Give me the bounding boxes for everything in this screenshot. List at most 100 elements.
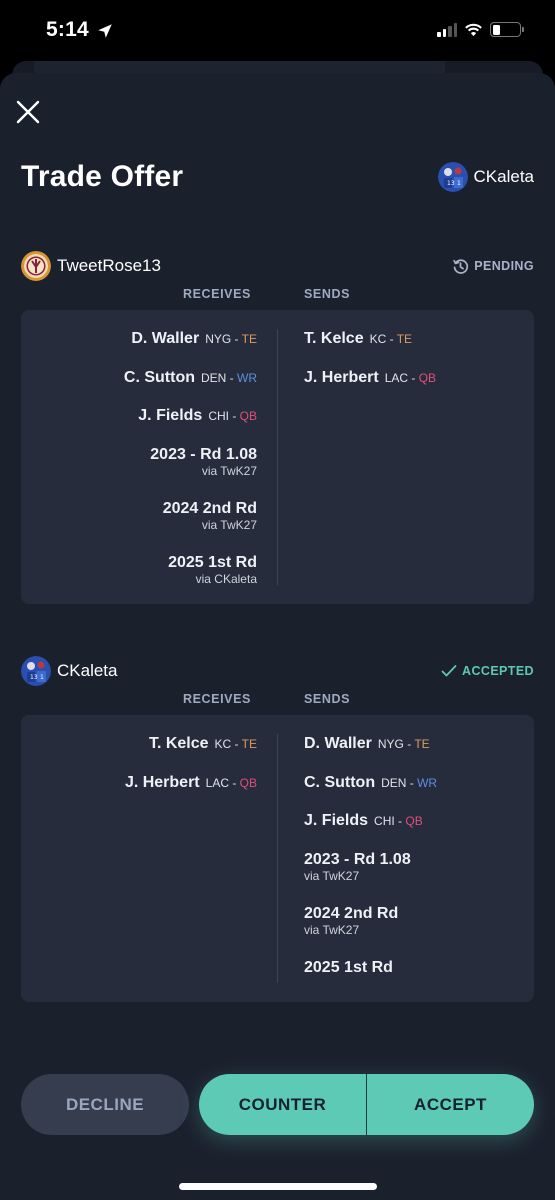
status-badge-pending: PENDING (452, 258, 534, 275)
checkmark-icon (441, 665, 457, 677)
pick-origin: via TwK27 (201, 517, 257, 532)
draft-pick-item[interactable]: 2024 2nd Rd via TwK27 (163, 500, 257, 532)
player-name: J. Fields (138, 407, 203, 424)
player-item[interactable]: T. Kelce KC - TE (149, 735, 257, 753)
party-user-name: TweetRose13 (57, 256, 161, 275)
accept-button[interactable]: ACCEPT (367, 1074, 534, 1135)
pick-name: 2023 - Rd 1.08 (150, 445, 257, 463)
sends-header: SENDS (304, 692, 351, 706)
player-item[interactable]: C. Sutton DEN - WR (124, 369, 257, 387)
action-buttons: DECLINE COUNTER ACCEPT (21, 1074, 534, 1135)
draft-pick-item[interactable]: 2024 2nd Rd via TwK27 (304, 905, 398, 937)
player-name: C. Sutton (123, 368, 195, 386)
team-abbr: LAC (205, 775, 229, 790)
cellular-signal-icon (437, 22, 457, 37)
position-badge: TE (241, 737, 257, 751)
position-badge: QB (239, 775, 257, 790)
pick-origin: via TwK27 (201, 463, 257, 478)
player-team-position: LAC - QB (206, 776, 257, 790)
player-item[interactable]: T. Kelce KC - TE (304, 330, 412, 348)
team-logo-avatar (21, 251, 51, 281)
pick-name: 2024 2nd Rd (304, 904, 399, 922)
close-icon[interactable] (14, 98, 42, 126)
player-item[interactable]: J. Herbert LAC - QB (125, 774, 257, 792)
column-divider (277, 329, 278, 585)
clock-history-icon (453, 258, 469, 274)
draft-pick-item[interactable]: 2023 - Rd 1.08 via TwK27 (150, 446, 257, 478)
counter-button[interactable]: COUNTER (199, 1074, 367, 1135)
team-abbr: DEN (381, 775, 407, 790)
current-user-name: CKaleta (473, 167, 534, 186)
wifi-icon (465, 23, 482, 36)
trade-card: D. Waller NYG - TE C. Sutton DEN - WR J. Fie… (21, 310, 534, 604)
team-abbr: NYG (377, 737, 404, 751)
position-badge: QB (239, 409, 257, 423)
party-user[interactable]: TweetRose13 (21, 251, 161, 281)
draft-pick-item[interactable]: 2025 1st Rd (304, 959, 393, 977)
player-name: J. Herbert (124, 773, 200, 791)
player-name: T. Kelce (304, 330, 364, 347)
counter-accept-group: COUNTER ACCEPT (199, 1074, 534, 1135)
player-team-position: NYG - TE (205, 332, 257, 346)
user-avatar: 13 1 (437, 162, 468, 192)
player-name: D. Waller (131, 330, 200, 347)
team-abbr: CHI (374, 814, 395, 828)
position-badge: TE (414, 737, 430, 751)
team-abbr: KC (214, 737, 232, 751)
party-tweetrose13: TweetRose13 PENDING RECEIVES SENDS D. Wa… (21, 250, 534, 604)
player-item[interactable]: J. Fields CHI - QB (138, 407, 257, 425)
draft-pick-item[interactable]: 2025 1st Rd via CKaleta (168, 554, 257, 586)
party-user[interactable]: 13 1 CKaleta (21, 656, 117, 686)
draft-pick-item[interactable]: 2023 - Rd 1.08 via TwK27 (304, 851, 411, 883)
current-user[interactable]: 13 1 CKaleta (437, 162, 534, 192)
separator: - (228, 775, 240, 790)
player-name: J. Herbert (304, 368, 379, 386)
page-title: Trade Offer (21, 160, 184, 193)
player-item[interactable]: D. Waller NYG - TE (304, 735, 430, 753)
svg-text:13: 13 (30, 674, 38, 681)
column-headers: RECEIVES SENDS (21, 282, 534, 310)
player-team-position: NYG - TE (378, 737, 430, 751)
player-team-position: DEN - WR (201, 371, 257, 385)
column-divider (277, 734, 278, 983)
location-arrow-icon (98, 24, 112, 38)
position-badge: QB (418, 370, 437, 385)
party-header: 13 1 CKaleta ACCEPTED (21, 655, 534, 687)
player-team-position: DEN - WR (381, 776, 437, 790)
separator: - (406, 775, 418, 790)
player-item[interactable]: J. Fields CHI - QB (304, 812, 423, 830)
separator: - (231, 332, 242, 346)
position-badge: QB (405, 814, 423, 828)
team-abbr: DEN (200, 370, 227, 385)
separator: - (403, 737, 415, 751)
player-name: J. Fields (304, 812, 369, 829)
player-team-position: CHI - QB (208, 409, 257, 423)
party-user-name: CKaleta (57, 661, 118, 680)
team-abbr: NYG (205, 332, 232, 346)
position-badge: TE (396, 332, 413, 346)
decline-button[interactable]: DECLINE (21, 1074, 189, 1135)
pick-name: 2025 1st Rd (168, 553, 257, 571)
player-item[interactable]: D. Waller NYG - TE (131, 330, 257, 348)
party-ckaleta: 13 1 CKaleta ACCEPTED RECEIVES SENDS T. K… (21, 655, 534, 1002)
player-team-position: LAC - QB (385, 371, 436, 385)
pick-origin: via CKaleta (195, 571, 257, 586)
player-name: T. Kelce (148, 735, 209, 752)
separator: - (408, 370, 419, 385)
svg-text:1: 1 (457, 180, 461, 187)
player-item[interactable]: C. Sutton DEN - WR (304, 774, 437, 792)
column-headers: RECEIVES SENDS (21, 687, 534, 715)
separator: - (394, 814, 406, 828)
player-team-position: KC - TE (215, 737, 257, 751)
pick-origin: via TwK27 (304, 868, 360, 883)
trade-card: T. Kelce KC - TE J. Herbert LAC - QB D. Wal… (21, 715, 534, 1002)
pick-origin: via TwK27 (304, 922, 360, 937)
player-name: C. Sutton (304, 773, 376, 791)
home-indicator[interactable] (179, 1183, 377, 1190)
pick-name: 2025 1st Rd (304, 958, 393, 976)
party-header: TweetRose13 PENDING (21, 250, 534, 282)
player-team-position: KC - TE (370, 332, 412, 346)
player-item[interactable]: J. Herbert LAC - QB (304, 369, 436, 387)
pick-name: 2023 - Rd 1.08 (304, 850, 411, 868)
svg-text:1: 1 (40, 674, 44, 681)
